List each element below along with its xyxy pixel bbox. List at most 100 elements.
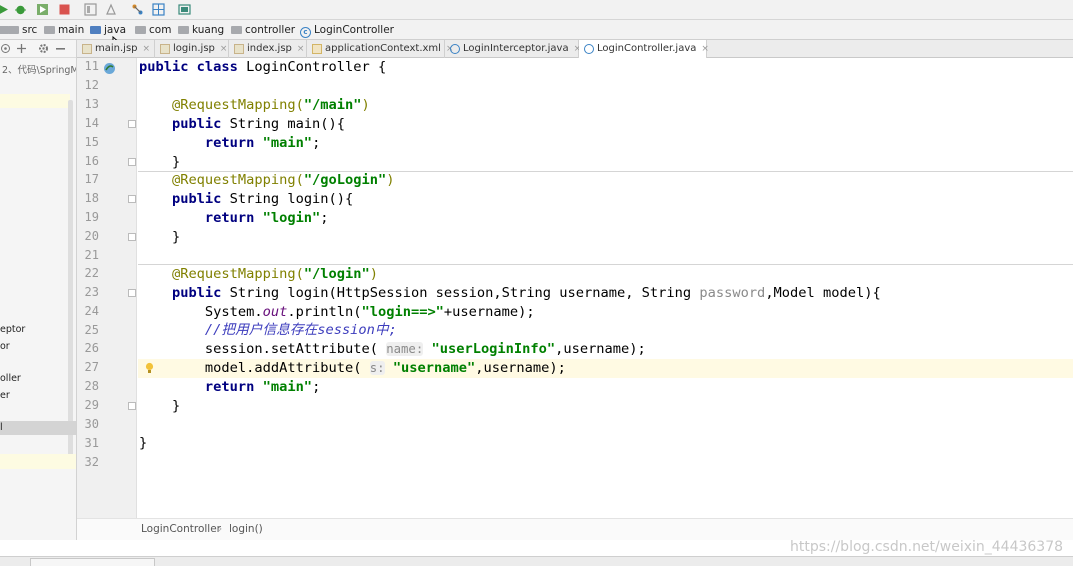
- xml-file-icon: [312, 44, 322, 54]
- project-root-path: 2、代码\SpringM: [2, 65, 77, 76]
- editor-tab-bar: main.jsp × login.jsp × index.jsp × applicat…: [77, 40, 1073, 58]
- status-bar: [0, 556, 1073, 566]
- line-number: 15: [84, 135, 99, 149]
- breadcrumb-item-logincontroller[interactable]: c LoginController: [300, 23, 394, 38]
- breadcrumb-root-folder[interactable]: [0, 23, 9, 37]
- code-line-28: return "main";: [139, 379, 321, 395]
- tab-close-icon[interactable]: ×: [701, 44, 709, 54]
- structure-class-crumb[interactable]: LoginController: [141, 523, 221, 535]
- code-line-29: }: [139, 398, 181, 414]
- stop-icon[interactable]: [58, 3, 71, 16]
- code-line-13: @RequestMapping("/main"): [139, 97, 370, 113]
- main-toolbar: [0, 0, 1073, 20]
- code-line-23: public String login(HttpSession session,…: [139, 285, 881, 301]
- code-line-11: public class LoginController {: [139, 59, 387, 75]
- project-panel: 2、代码\SpringM eptor or oller er l: [0, 40, 77, 540]
- tree-row-highlight[interactable]: [0, 454, 76, 469]
- fold-marker-icon[interactable]: [128, 233, 136, 241]
- java-class-icon: [584, 44, 594, 54]
- hide-panel-icon[interactable]: [55, 43, 66, 54]
- tree-row-highlight[interactable]: [0, 94, 70, 108]
- code-line-25-comment: //把用户信息存在session中;: [139, 322, 397, 338]
- build-icon[interactable]: [84, 3, 97, 16]
- line-number: 11: [84, 59, 99, 73]
- editor-structure-breadcrumb: LoginController › login(): [77, 518, 1073, 540]
- parameter-hint: name:: [386, 342, 424, 356]
- debug-icon[interactable]: [14, 3, 27, 16]
- line-number: 27: [84, 360, 99, 374]
- line-number: 17: [84, 172, 99, 186]
- breadcrumb-item-java[interactable]: java: [90, 23, 126, 37]
- tab-logincontroller-java[interactable]: LoginController.java ×: [579, 40, 709, 58]
- gear-icon[interactable]: [38, 43, 49, 54]
- breadcrumb-item-controller[interactable]: controller: [231, 23, 295, 37]
- project-panel-scrollbar[interactable]: [68, 100, 73, 460]
- breadcrumb-item-src[interactable]: src: [8, 23, 37, 37]
- jsp-file-icon: [160, 44, 170, 54]
- line-number: 12: [84, 78, 99, 92]
- breadcrumb-item-kuang[interactable]: kuang: [178, 23, 224, 37]
- parameter-hint: s:: [369, 361, 385, 375]
- bottom-tool-tab[interactable]: [30, 558, 155, 566]
- line-number: 16: [84, 154, 99, 168]
- folder-icon: [135, 26, 146, 34]
- line-number: 28: [84, 379, 99, 393]
- settings-grid-icon[interactable]: [152, 3, 165, 16]
- locate-icon[interactable]: [0, 43, 11, 54]
- fold-marker-icon[interactable]: [128, 402, 136, 410]
- line-number: 24: [84, 304, 99, 318]
- line-number: 21: [84, 248, 99, 262]
- line-number: 22: [84, 266, 99, 280]
- run-icon[interactable]: [0, 3, 9, 16]
- line-number: 19: [84, 210, 99, 224]
- fold-marker-icon[interactable]: [128, 195, 136, 203]
- tab-index-jsp[interactable]: index.jsp ×: [229, 40, 307, 58]
- tree-item-controller[interactable]: oller: [0, 372, 70, 386]
- tree-item-or[interactable]: or: [0, 340, 70, 354]
- code-line-16: }: [139, 154, 181, 170]
- spring-bean-icon[interactable]: [103, 62, 116, 75]
- line-number: 30: [84, 417, 99, 431]
- tab-close-icon[interactable]: ×: [143, 44, 151, 54]
- tab-close-icon[interactable]: ×: [220, 44, 228, 54]
- tab-logininterceptor-java[interactable]: LoginInterceptor.java ×: [445, 40, 581, 58]
- code-line-31: }: [139, 435, 148, 451]
- fold-marker-icon[interactable]: [128, 289, 136, 297]
- fold-marker-icon[interactable]: [128, 158, 136, 166]
- navigation-breadcrumb: src main java com kuang controller c Logi…: [0, 20, 1073, 50]
- java-class-icon: [450, 44, 460, 54]
- tree-item-interceptor[interactable]: eptor: [0, 323, 70, 337]
- code-line-18: public String login(){: [139, 191, 354, 207]
- code-line-20: }: [139, 229, 181, 245]
- jsp-file-icon: [234, 44, 244, 54]
- collapse-all-icon[interactable]: [16, 43, 27, 54]
- crumb-separator: ›: [218, 523, 223, 535]
- code-line-14: public String main(){: [139, 116, 346, 132]
- folder-icon: [44, 26, 55, 34]
- tab-login-jsp[interactable]: login.jsp ×: [155, 40, 229, 58]
- tree-item-selected[interactable]: l: [0, 421, 76, 435]
- folder-icon: [231, 26, 242, 34]
- coverage-icon[interactable]: [36, 3, 49, 16]
- folder-icon: [178, 26, 189, 34]
- tab-close-icon[interactable]: ×: [297, 44, 305, 54]
- tab-main-jsp[interactable]: main.jsp ×: [77, 40, 155, 58]
- fold-marker-icon[interactable]: [128, 120, 136, 128]
- tab-applicationcontext-xml[interactable]: applicationContext.xml ×: [307, 40, 454, 58]
- project-structure-icon[interactable]: [105, 3, 118, 16]
- download-sources-icon[interactable]: [178, 3, 191, 16]
- line-number: 14: [84, 116, 99, 130]
- line-number: 20: [84, 229, 99, 243]
- vcs-icon[interactable]: [131, 3, 144, 16]
- breadcrumb-item-com[interactable]: com: [135, 23, 171, 37]
- java-class-icon: c: [300, 27, 311, 38]
- line-number: 13: [84, 97, 99, 111]
- code-line-15: return "main";: [139, 135, 321, 151]
- folder-icon: [8, 26, 19, 34]
- structure-method-crumb[interactable]: login(): [229, 523, 263, 535]
- line-number: 29: [84, 398, 99, 412]
- jsp-file-icon: [82, 44, 92, 54]
- project-panel-toolbar: [0, 40, 76, 58]
- tree-item-er[interactable]: er: [0, 389, 70, 403]
- breadcrumb-item-main[interactable]: main: [44, 23, 84, 37]
